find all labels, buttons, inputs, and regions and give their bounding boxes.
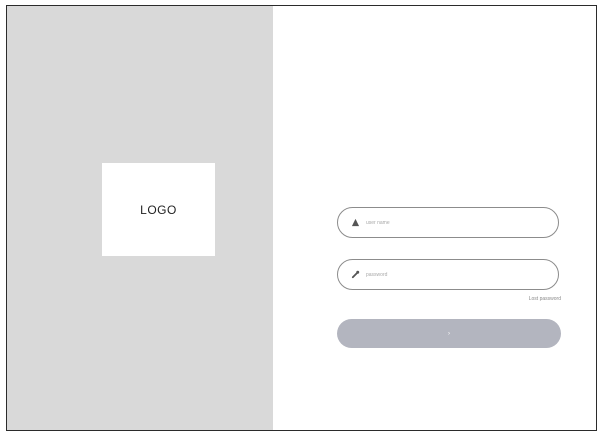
password-field[interactable] — [337, 259, 559, 290]
logo: LOGO — [102, 163, 215, 256]
login-button[interactable]: › — [337, 319, 561, 348]
username-field[interactable] — [337, 207, 559, 238]
brand-panel: LOGO — [7, 6, 273, 430]
username-input[interactable] — [366, 219, 516, 226]
password-input[interactable] — [366, 271, 516, 278]
forgot-password-link[interactable]: Lost password — [491, 296, 561, 302]
login-button-label: › — [448, 330, 450, 337]
login-window: LOGO Lost password › — [6, 5, 597, 431]
login-panel: Lost password › — [273, 6, 596, 430]
key-icon — [350, 270, 360, 280]
user-icon — [350, 218, 360, 228]
logo-text: LOGO — [140, 202, 177, 217]
